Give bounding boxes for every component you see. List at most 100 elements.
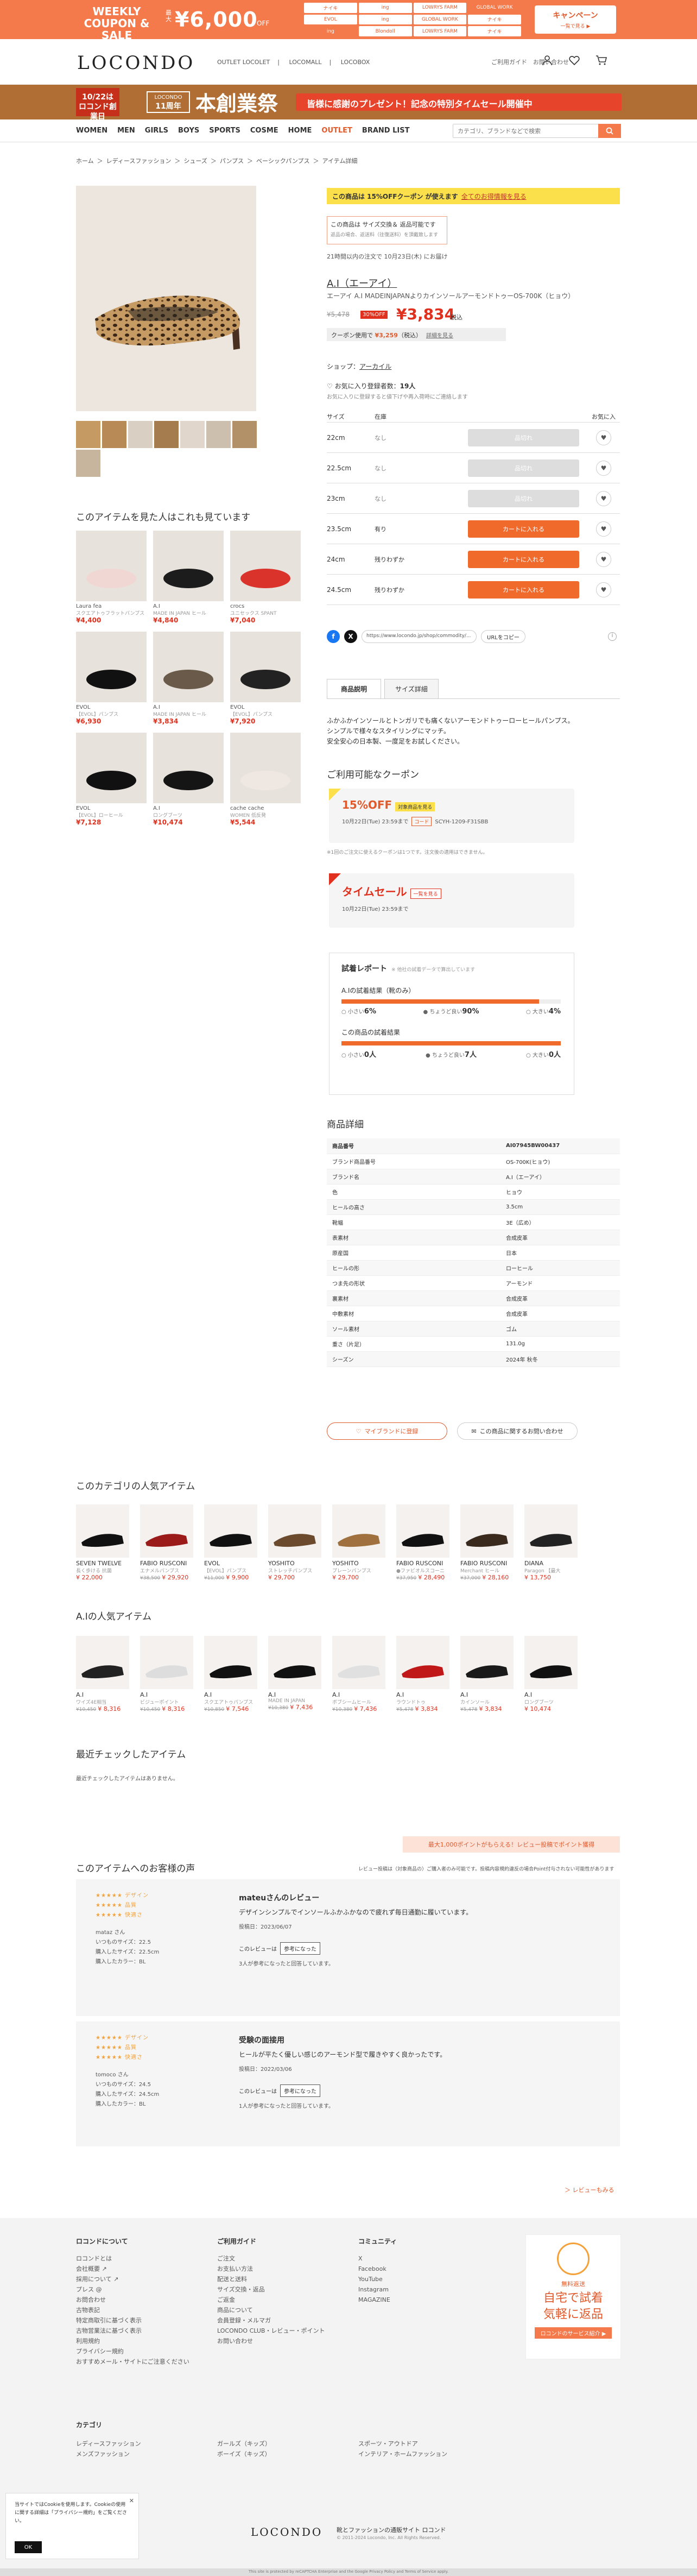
product-card[interactable]: A.I MADE IN JAPAN ¥10,380 ¥ 7,436: [268, 1636, 321, 1712]
footer-link[interactable]: Facebook: [358, 2264, 397, 2274]
product-card[interactable]: A.I ロングブーツ ¥ 10,474: [524, 1636, 578, 1712]
footer-cat-link[interactable]: インテリア・ホームファッション: [358, 2449, 447, 2459]
breadcrumb-item[interactable]: パンプス: [220, 158, 244, 165]
sublink-locomall[interactable]: LOCOMALL: [289, 59, 321, 66]
thumbnail[interactable]: [206, 421, 231, 448]
recommend-item[interactable]: crocs ユニセックス SPANT ¥7,040: [230, 531, 301, 624]
thumbnail[interactable]: [180, 421, 205, 448]
product-thumbnail[interactable]: [230, 632, 301, 702]
add-to-cart-button[interactable]: カートに入れる: [468, 581, 579, 599]
product-card[interactable]: A.I カインソール ¥5,478 ¥ 3,834: [460, 1636, 514, 1712]
campaign-button[interactable]: キャンペーン 一覧で見る ▶: [535, 5, 616, 34]
product-thumbnail[interactable]: [153, 632, 224, 702]
promo-brand-tile[interactable]: ing: [304, 26, 357, 36]
product-thumbnail[interactable]: [76, 1636, 129, 1689]
recommend-item[interactable]: Laura fea スクエアトゥフラットパンプス ¥4,400: [76, 531, 147, 624]
product-thumbnail[interactable]: [76, 531, 147, 601]
coupon-info-link[interactable]: 全てのお得情報を見る: [461, 193, 527, 200]
promo-brand-tile[interactable]: LOWRYS FARM: [413, 26, 467, 36]
thumbnail[interactable]: [102, 421, 126, 448]
product-thumbnail[interactable]: [396, 1636, 449, 1689]
footer-link[interactable]: X: [358, 2253, 397, 2264]
product-card[interactable]: FABIO RUSCONI ●ファビオルスコーニ ¥37,950 ¥ 28,490: [396, 1504, 449, 1581]
product-thumbnail[interactable]: [460, 1504, 514, 1558]
product-card[interactable]: A.I ボブシームヒール ¥10,380 ¥ 7,436: [332, 1636, 385, 1712]
favorite-heart-icon[interactable]: ♥: [596, 430, 611, 445]
product-thumbnail[interactable]: [204, 1636, 257, 1689]
footer-cat-link[interactable]: スポーツ・アウトドア: [358, 2439, 447, 2449]
heart-icon[interactable]: [567, 53, 581, 67]
coupon-target-link[interactable]: 対象商品を見る: [395, 802, 435, 811]
promo-brand-tile[interactable]: GLOBAL WORK: [413, 14, 467, 25]
footer-logo[interactable]: LOCONDO: [251, 2525, 322, 2539]
footer-link[interactable]: プライバシー規約: [76, 2346, 189, 2357]
thumbnail[interactable]: [154, 421, 179, 448]
breadcrumb-item[interactable]: シューズ: [183, 158, 207, 165]
product-card[interactable]: FABIO RUSCONI エナメルパンプス ¥38,500 ¥ 29,920: [140, 1504, 193, 1581]
footer-link[interactable]: プレス @: [76, 2284, 189, 2295]
product-card[interactable]: A.I ワイズ4E相当 ¥10,450 ¥ 8,316: [76, 1636, 129, 1712]
promo-brand-tile[interactable]: LOWRYS FARM: [413, 3, 467, 13]
tab-description[interactable]: 商品説明: [327, 679, 381, 698]
footer-link[interactable]: ロコンドとは: [76, 2253, 189, 2264]
search-button[interactable]: [598, 124, 621, 138]
recommend-item[interactable]: EVOL 【EVOL】ローヒール ¥7,128: [76, 733, 147, 826]
breadcrumb-item[interactable]: アイテム詳細: [322, 158, 358, 165]
promo-brand-tile[interactable]: ing: [358, 14, 412, 25]
nav-item-outlet[interactable]: OUTLET: [321, 127, 352, 135]
footer-link[interactable]: 配送と送料: [217, 2274, 325, 2284]
product-main-image[interactable]: [76, 186, 256, 411]
nav-item-cosme[interactable]: COSME: [250, 127, 278, 135]
footer-link[interactable]: ご返金: [217, 2295, 325, 2305]
thumbnail[interactable]: [232, 421, 257, 448]
timesale-card[interactable]: タイムセール 一覧を見る 10月22日(Tue) 23:59まで: [329, 873, 574, 928]
user-icon[interactable]: [540, 53, 554, 67]
product-card[interactable]: SEVEN TWELVE 長く歩ける 抗菌 ¥ 22,000: [76, 1504, 129, 1581]
product-card[interactable]: YOSHITO ストレッチパンプス ¥ 29,700: [268, 1504, 321, 1581]
tab-size-detail[interactable]: サイズ詳細: [384, 679, 439, 698]
facebook-icon[interactable]: f: [327, 630, 340, 643]
product-thumbnail[interactable]: [524, 1636, 578, 1689]
thumbnail[interactable]: [76, 421, 100, 448]
product-thumbnail[interactable]: [153, 733, 224, 803]
footer-link[interactable]: おすすめメール・サイトにご注意ください: [76, 2357, 189, 2367]
footer-link[interactable]: ご注文: [217, 2253, 325, 2264]
nav-item-men[interactable]: MEN: [117, 127, 135, 135]
recommend-item[interactable]: A.I MADE IN JAPAN ヒール ¥4,840: [153, 531, 224, 624]
footer-link[interactable]: 古物表記: [76, 2305, 189, 2315]
thumbnail[interactable]: [128, 421, 153, 448]
helpful-button[interactable]: 参考になった: [280, 1942, 320, 1955]
service-banner[interactable]: 無料返送 自宅で試着 気軽に返品 ロコンドのサービス紹介 ▶: [525, 2234, 621, 2359]
footer-link[interactable]: Instagram: [358, 2284, 397, 2295]
sublink-outlet[interactable]: OUTLET LOCOLET: [217, 59, 270, 66]
product-thumbnail[interactable]: [268, 1504, 321, 1558]
nav-item-girls[interactable]: GIRLS: [145, 127, 168, 135]
product-card[interactable]: A.I スクエアトゥパンプス ¥10,850 ¥ 7,546: [204, 1636, 257, 1712]
sublink-locobox[interactable]: LOCOBOX: [341, 59, 370, 66]
product-thumbnail[interactable]: [460, 1636, 514, 1689]
inquiry-button[interactable]: ✉ この商品に関するお問い合わせ: [457, 1422, 578, 1440]
search-input[interactable]: [453, 124, 594, 137]
breadcrumb-item[interactable]: ベーシックパンプス: [256, 158, 309, 165]
product-thumbnail[interactable]: [524, 1504, 578, 1558]
favorite-heart-icon[interactable]: ♥: [596, 521, 611, 537]
recommend-item[interactable]: EVOL 【EVOL】パンプス ¥6,930: [76, 632, 147, 725]
cookie-ok-button[interactable]: OK: [15, 2541, 42, 2553]
promo-brand-tile[interactable]: EVOL: [304, 14, 357, 25]
favorite-heart-icon[interactable]: ♥: [596, 582, 611, 597]
recommend-item[interactable]: A.I MADE IN JAPAN ヒール ¥3,834: [153, 632, 224, 725]
add-to-cart-button[interactable]: カートに入れる: [468, 520, 579, 538]
recommend-item[interactable]: cache cache WOMEN 低反発 ¥5,544: [230, 733, 301, 826]
product-thumbnail[interactable]: [140, 1636, 193, 1689]
footer-cat-link[interactable]: メンズファッション: [76, 2449, 141, 2459]
product-card[interactable]: EVOL 【EVOL】パンプス ¥11,000 ¥ 9,900: [204, 1504, 257, 1581]
breadcrumb-item[interactable]: レディースファッション: [106, 158, 172, 165]
product-thumbnail[interactable]: [268, 1636, 321, 1689]
footer-link[interactable]: 会社概要 ↗: [76, 2264, 189, 2274]
product-thumbnail[interactable]: [153, 531, 224, 601]
nav-item-women[interactable]: WOMEN: [76, 127, 107, 135]
breadcrumb-item[interactable]: ホーム: [76, 158, 94, 165]
add-to-cart-button[interactable]: カートに入れる: [468, 550, 579, 568]
anniversary-banner[interactable]: 10/22は ロコンド創業日 LOCONDO 11周年 本創業祭 皆様に感謝のプレゼ…: [0, 85, 697, 121]
nav-item-brand-list[interactable]: BRAND LIST: [362, 127, 410, 135]
